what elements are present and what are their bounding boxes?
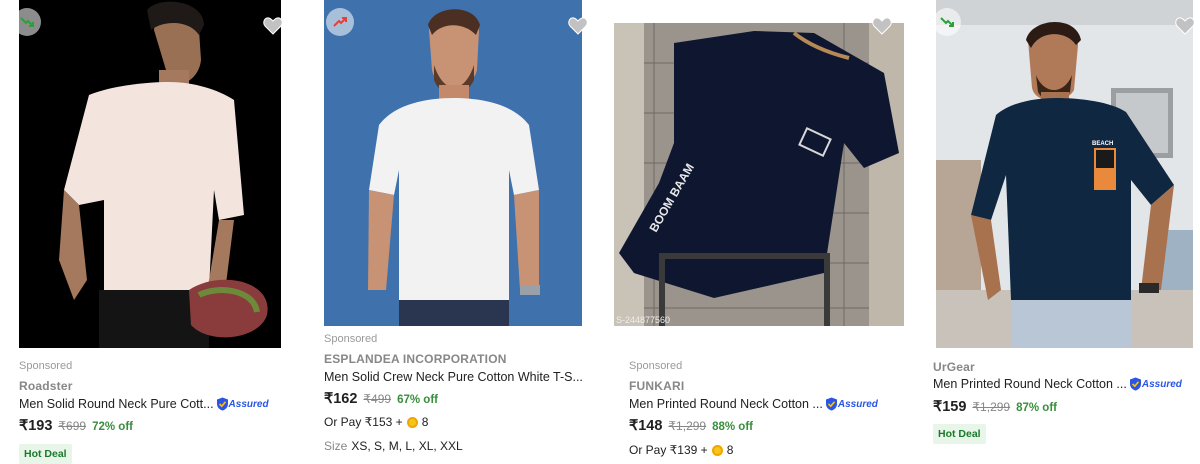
- assured-badge: Assured: [1129, 377, 1182, 391]
- product-title[interactable]: Men Solid Crew Neck Pure Cotton White T-…: [324, 370, 583, 384]
- product-card[interactable]: BEACH UrGear Men Printed Round Neck Cott…: [933, 0, 1200, 464]
- trend-down-icon: [13, 8, 41, 36]
- assured-badge: Assured: [216, 397, 269, 411]
- brand-name: Roadster: [19, 379, 73, 393]
- size-row: Size XS, S, M, L, XL, XXL: [324, 439, 463, 453]
- supercoin-icon: [406, 416, 418, 428]
- product-image[interactable]: BEACH: [936, 0, 1193, 348]
- price-row: ₹148 ₹1,299 88% off: [629, 418, 753, 434]
- pay-coins-count: 8: [421, 415, 429, 429]
- price: ₹148: [629, 418, 663, 434]
- pay-with-coins-row: Or Pay ₹153 + 8: [324, 415, 428, 429]
- discount: 72% off: [92, 421, 133, 433]
- discount: 88% off: [712, 421, 753, 433]
- original-price: ₹499: [363, 392, 392, 406]
- sponsored-label: Sponsored: [324, 333, 378, 345]
- image-code: S-244877560: [616, 315, 670, 325]
- product-image[interactable]: BOOM BAAM S-244877560: [614, 23, 904, 326]
- product-title-text[interactable]: Men Printed Round Neck Cotton ...: [933, 377, 1127, 391]
- size-label: Size: [324, 439, 348, 453]
- pay-coins-count: 8: [726, 443, 734, 457]
- product-image[interactable]: [19, 0, 281, 348]
- brand-name: UrGear: [933, 360, 975, 374]
- product-title-text[interactable]: Men Solid Round Neck Pure Cott...: [19, 397, 214, 411]
- price-row: ₹162 ₹499 67% off: [324, 391, 438, 407]
- wishlist-heart-icon[interactable]: [1173, 14, 1197, 38]
- discount: 67% off: [397, 394, 438, 406]
- sponsored-label: Sponsored: [19, 360, 73, 372]
- product-card[interactable]: BOOM BAAM S-244877560 Sponsored FUNKARI …: [614, 0, 914, 464]
- wishlist-heart-icon[interactable]: [566, 14, 590, 38]
- price-row: ₹193 ₹699 72% off: [19, 418, 133, 434]
- price-row: ₹159 ₹1,299 87% off: [933, 399, 1057, 415]
- pay-with-coins-price: Or Pay ₹139 +: [629, 443, 708, 457]
- wishlist-heart-icon[interactable]: [261, 14, 285, 38]
- trend-up-icon: [326, 8, 354, 36]
- product-card[interactable]: Sponsored Roadster Men Solid Round Neck …: [13, 0, 289, 464]
- assured-shield-icon: [825, 397, 837, 411]
- pay-with-coins-row: Or Pay ₹139 + 8: [629, 443, 733, 457]
- supercoin-icon: [711, 444, 723, 456]
- assured-badge: Assured: [825, 397, 878, 411]
- image-print-text: BEACH: [1092, 141, 1113, 147]
- size-values: XS, S, M, L, XL, XXL: [351, 439, 463, 453]
- assured-shield-icon: [1129, 377, 1141, 391]
- brand-name: FUNKARI: [629, 379, 685, 393]
- trend-down-icon: [933, 8, 961, 36]
- product-card[interactable]: Sponsored ESPLANDEA INCORPORATION Men So…: [324, 0, 604, 464]
- discount: 87% off: [1016, 402, 1057, 414]
- product-title[interactable]: Men Printed Round Neck Cotton ... Assure…: [933, 377, 1182, 391]
- assured-shield-icon: [216, 397, 228, 411]
- hot-deal-badge: Hot Deal: [19, 444, 72, 464]
- sponsored-label: Sponsored: [629, 360, 683, 372]
- brand-name: ESPLANDEA INCORPORATION: [324, 352, 507, 366]
- pay-with-coins-price: Or Pay ₹153 +: [324, 415, 403, 429]
- original-price: ₹1,299: [668, 419, 707, 433]
- product-title-text[interactable]: Men Solid Crew Neck Pure Cotton White T-…: [324, 370, 583, 384]
- product-title-text[interactable]: Men Printed Round Neck Cotton ...: [629, 397, 823, 411]
- price: ₹193: [19, 418, 53, 434]
- price: ₹159: [933, 399, 967, 415]
- product-title[interactable]: Men Printed Round Neck Cotton ... Assure…: [629, 397, 878, 411]
- product-title[interactable]: Men Solid Round Neck Pure Cott... Assure…: [19, 397, 269, 411]
- original-price: ₹1,299: [972, 400, 1011, 414]
- hot-deal-badge: Hot Deal: [933, 424, 986, 444]
- product-image[interactable]: [324, 0, 582, 326]
- price: ₹162: [324, 391, 358, 407]
- wishlist-heart-icon[interactable]: [870, 14, 894, 38]
- original-price: ₹699: [58, 419, 87, 433]
